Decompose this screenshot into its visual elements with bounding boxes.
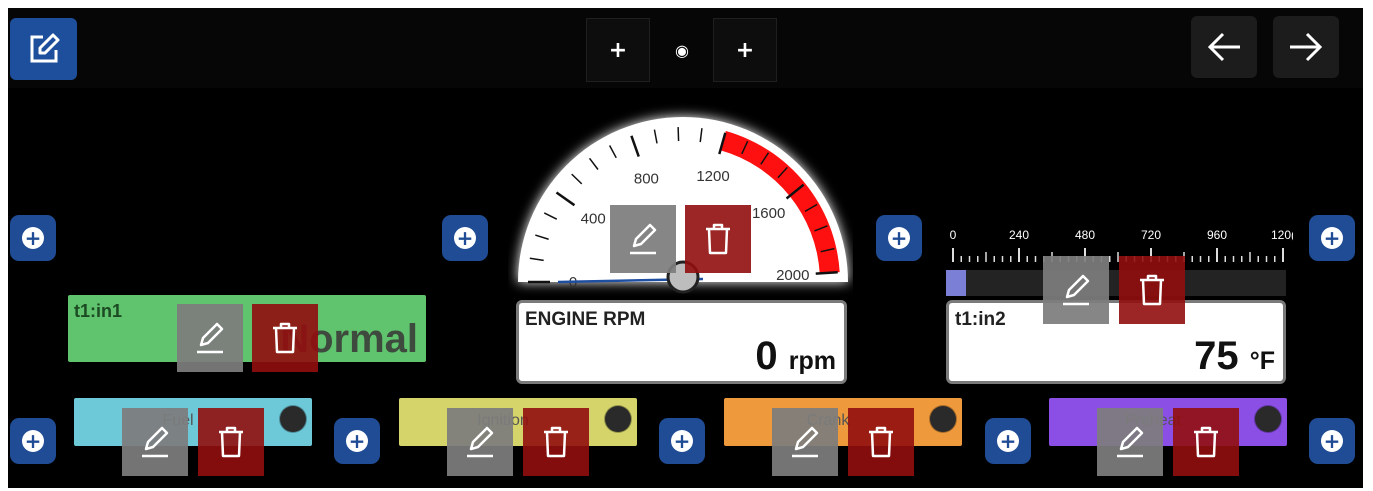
scale-label: 120( — [1271, 228, 1293, 242]
indicator-fuel: Fuel — [74, 398, 312, 446]
scale-label: 720 — [1141, 228, 1161, 242]
temp-value: 75 °F — [1194, 334, 1275, 378]
scale-label: 960 — [1207, 228, 1227, 242]
plus-circle-icon: + — [671, 430, 693, 452]
trash-icon — [1194, 426, 1218, 458]
temp-bar — [946, 270, 1286, 296]
indicator-crank: Crank — [724, 398, 962, 446]
pencil-icon — [792, 426, 819, 458]
add-widget-button[interactable]: + — [334, 418, 380, 464]
edit-square-icon — [30, 33, 59, 63]
gauge-tick-label: 1600 — [752, 205, 785, 222]
trash-icon — [273, 322, 297, 354]
edit-widget-button[interactable] — [1097, 408, 1163, 476]
gauge-tick — [815, 271, 838, 275]
rpm-readout: ENGINE RPM 0 rpm — [516, 300, 847, 384]
edit-widget-button[interactable] — [1043, 256, 1109, 324]
top-toolbar: + ◉ + — [8, 8, 1363, 88]
add-widget-button[interactable]: + — [876, 215, 922, 261]
trash-icon — [219, 426, 243, 458]
plus-circle-icon: + — [1321, 430, 1343, 452]
back-button[interactable] — [1191, 16, 1257, 78]
edit-widget-button[interactable] — [122, 408, 188, 476]
add-widget-button[interactable]: + — [1309, 215, 1355, 261]
status-widget: t1:in1 Normal — [68, 295, 426, 362]
pencil-icon — [1117, 426, 1144, 458]
add-widget-button[interactable]: + — [10, 418, 56, 464]
indicator-led — [280, 406, 306, 432]
status-label: t1:in1 — [74, 301, 123, 321]
edit-widget-button[interactable] — [610, 205, 676, 273]
pencil-icon — [467, 426, 494, 458]
add-widget-button[interactable]: + — [10, 215, 56, 261]
indicator-led — [1255, 406, 1281, 432]
pencil-icon — [630, 223, 657, 255]
rpm-gauge: 0400800120016002000 — [508, 102, 853, 302]
edit-widget-button[interactable] — [772, 408, 838, 476]
pencil-icon — [1063, 274, 1090, 306]
plus-circle-icon: + — [346, 430, 368, 452]
delete-widget-button[interactable] — [848, 408, 914, 476]
scale-label: 480 — [1075, 228, 1095, 242]
add-widget-button[interactable]: + — [985, 418, 1031, 464]
gauge-tick-label: 800 — [634, 170, 659, 187]
trash-icon — [706, 223, 730, 255]
add-widget-button[interactable]: + — [1309, 418, 1355, 464]
arrow-right-icon — [1290, 32, 1323, 62]
temp-label: t1:in2 — [955, 309, 1006, 330]
delete-widget-button[interactable] — [1119, 256, 1185, 324]
indicator-led — [930, 406, 956, 432]
indicator-led — [605, 406, 631, 432]
indicator-ignition: Ignition — [399, 398, 637, 446]
plus-circle-icon: + — [22, 430, 44, 452]
edit-layout-button[interactable] — [10, 18, 77, 80]
scale-label: 240 — [1009, 228, 1029, 242]
add-widget-button[interactable]: + — [442, 215, 488, 261]
delete-widget-button[interactable] — [523, 408, 589, 476]
delete-widget-button[interactable] — [1173, 408, 1239, 476]
add-column-left-button[interactable]: + — [586, 18, 650, 82]
trash-icon — [544, 426, 568, 458]
scale-label: 0 — [950, 228, 957, 242]
forward-button[interactable] — [1273, 16, 1339, 78]
rpm-gauge-dial: 0400800120016002000 — [518, 117, 848, 294]
plus-circle-icon: + — [997, 430, 1019, 452]
delete-widget-button[interactable] — [252, 304, 318, 372]
rpm-value: 0 rpm — [755, 334, 836, 378]
plus-circle-icon: + — [1321, 227, 1343, 249]
gauge-tick-label: 1200 — [696, 168, 729, 185]
add-widget-button[interactable]: + — [659, 418, 705, 464]
plus-circle-icon: + — [888, 227, 910, 249]
trash-icon — [869, 426, 893, 458]
rpm-label: ENGINE RPM — [525, 309, 646, 330]
add-column-right-button[interactable]: + — [713, 18, 777, 82]
edit-widget-button[interactable] — [447, 408, 513, 476]
temp-bar-fill — [946, 270, 967, 296]
indicator-preheat: Preheat — [1049, 398, 1287, 446]
gauge-tick-label: 400 — [581, 210, 606, 227]
trash-icon — [1140, 274, 1164, 306]
dashboard-canvas: + ◉ + 0 400 800 1200 1600 2000 ENGINE RPM 0 r… — [8, 8, 1363, 488]
plus-circle-icon: + — [22, 227, 44, 249]
pencil-icon — [197, 322, 224, 354]
plus-circle-icon: + — [454, 227, 476, 249]
arrow-left-icon — [1207, 32, 1240, 62]
delete-widget-button[interactable] — [198, 408, 264, 476]
pencil-icon — [142, 426, 169, 458]
delete-widget-button[interactable] — [685, 205, 751, 273]
center-toggle-button[interactable]: ◉ — [650, 18, 714, 82]
edit-widget-button[interactable] — [177, 304, 243, 372]
temp-readout: t1:in2 75 °F — [946, 300, 1286, 384]
gauge-tick-label: 2000 — [776, 267, 809, 284]
